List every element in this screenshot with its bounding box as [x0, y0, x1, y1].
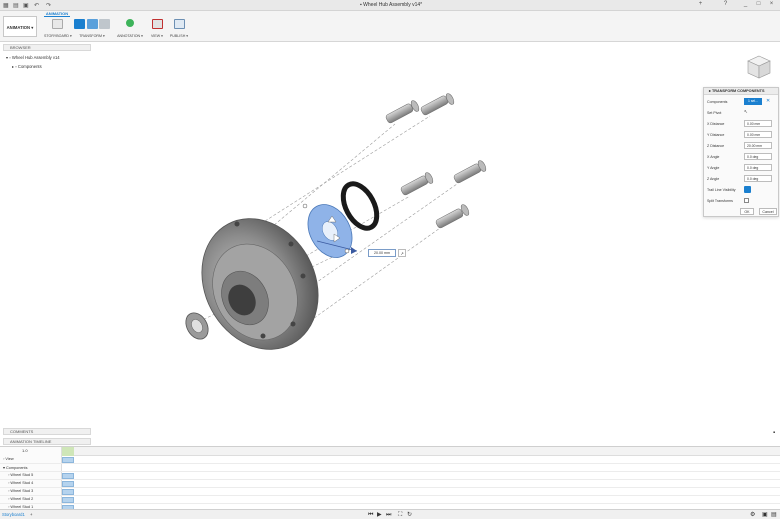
save-icon[interactable]: ▣ [23, 2, 29, 9]
maximize-button[interactable]: □ [754, 1, 763, 9]
z-angle-row: Z Angle 0.0 deg [706, 175, 778, 183]
storyboard-tab[interactable]: Storyboard1 [2, 511, 25, 519]
split-transforms-checkbox[interactable] [744, 198, 749, 203]
y-distance-field[interactable]: 0.00 mm [744, 131, 772, 138]
x-distance-field[interactable]: 0.00 mm [744, 120, 772, 127]
x-angle-field[interactable]: 0.0 deg [744, 153, 772, 160]
z-distance-row: Z Distance 20.00 mm [706, 142, 778, 150]
redo-icon[interactable]: ↷ [46, 2, 51, 9]
viewcube[interactable] [746, 52, 772, 80]
timeline-row-wheel-stud-2[interactable]: ▫ Wheel Stud 2 [0, 496, 780, 504]
comments-panel-header[interactable]: COMMENTS [3, 428, 91, 435]
browser-root-item[interactable]: ▾ ▫ Wheel Hub Assembly v14 [6, 55, 60, 60]
wheel-stud-5[interactable] [435, 203, 470, 229]
nut-part[interactable] [181, 309, 212, 343]
timeline-row-components[interactable]: ▾ Components [0, 464, 780, 472]
stud-5-track-block[interactable] [62, 473, 74, 479]
annotation-icon [126, 19, 134, 27]
stud-3-track-block[interactable] [62, 489, 74, 495]
document-title: ▪ Wheel Hub Assembly v14* [360, 2, 423, 8]
components-selection[interactable]: 1 sel... [744, 98, 762, 105]
storyboard-tool[interactable]: STORYBOARD ▾ [44, 19, 72, 40]
storyboard-icon [51, 19, 63, 29]
timeline-row-wheel-stud-4[interactable]: ▫ Wheel Stud 4 [0, 480, 780, 488]
ok-button[interactable]: OK [740, 208, 754, 215]
minimize-button[interactable]: _ [741, 1, 750, 9]
transform-tool[interactable]: TRANSFORM ▾ [72, 19, 112, 40]
y-angle-field[interactable]: 0.0 deg [744, 164, 772, 171]
settings-icon[interactable]: ⚙ [750, 511, 755, 519]
view-track-block[interactable] [62, 457, 74, 463]
cancel-button[interactable]: Cancel [759, 208, 777, 215]
timeline-row-wheel-stud-5[interactable]: ▫ Wheel Stud 5 [0, 472, 780, 480]
annotation-tool[interactable]: ANNOTATION ▾ [116, 19, 144, 40]
skip-forward-icon[interactable]: ⏭ [386, 511, 391, 519]
browser-panel-header[interactable]: BROWSER [3, 44, 91, 51]
view-icon [151, 19, 163, 29]
fullscreen-icon[interactable]: ⛶ [398, 511, 402, 519]
timeline-row-wheel-stud-3[interactable]: ▫ Wheel Stud 3 [0, 488, 780, 496]
pivot-icon[interactable]: ↖ [744, 109, 748, 115]
transform-icon [74, 19, 86, 29]
publish-tool[interactable]: PUBLISH ▾ [168, 19, 190, 40]
transform-all-icon [86, 19, 98, 29]
loop-icon[interactable]: ↻ [407, 511, 412, 519]
restore-icon [98, 19, 110, 29]
x-distance-row: X Distance 0.00 mm [706, 120, 778, 128]
publish-small-icon[interactable]: ▤ [771, 511, 777, 519]
close-button[interactable]: × [767, 1, 776, 9]
add-storyboard-button[interactable]: + [30, 511, 32, 519]
clear-selection-icon[interactable]: ✕ [766, 98, 770, 104]
wheel-stud-1[interactable] [385, 99, 420, 124]
duration-value[interactable]: 1.0 [22, 448, 28, 453]
camera-icon[interactable]: ▣ [762, 511, 768, 519]
y-distance-row: Y Distance 0.00 mm [706, 131, 778, 139]
comment-icon[interactable]: ▪ [773, 430, 775, 436]
playhead-range[interactable] [62, 447, 74, 456]
split-transforms-row: Split Transforms [706, 197, 778, 205]
skip-back-icon[interactable]: ⏮ [368, 511, 373, 519]
play-icon[interactable]: ▶ [377, 511, 382, 519]
trail-line-toggle[interactable] [744, 186, 751, 193]
timeline-panel-header[interactable]: ANIMATION TIMELINE [3, 438, 91, 445]
title-bar: ▦ ▤ ▣ ↶ ↷ ▪ Wheel Hub Assembly v14* + ? … [0, 0, 780, 11]
x-angle-row: X Angle 0.0 deg [706, 153, 778, 161]
new-tab-button[interactable]: + [696, 1, 705, 9]
y-angle-row: Y Angle 0.0 deg [706, 164, 778, 172]
wheel-stud-2[interactable] [420, 92, 455, 116]
stud-2-track-block[interactable] [62, 497, 74, 503]
ribbon-toolbar: ANIMATION ▾ ANIMATION STORYBOARD ▾ TRANS… [0, 11, 780, 42]
measure-icon[interactable]: ↗ [398, 249, 406, 257]
stud-4-track-block[interactable] [62, 481, 74, 487]
undo-icon[interactable]: ↶ [34, 2, 39, 9]
file-icon[interactable]: ▤ [13, 2, 19, 9]
components-row: Components 1 sel... ✕ [707, 98, 771, 105]
distance-input[interactable]: 20.00 mm [368, 249, 396, 257]
browser-components-item[interactable]: ▸ ▫ Components [12, 64, 42, 69]
panel-header: ▸ TRANSFORM COMPONENTS [704, 88, 778, 95]
wheel-stud-3[interactable] [400, 171, 434, 196]
help-button[interactable]: ? [721, 1, 730, 9]
timeline-row-view[interactable]: ▫ View [0, 456, 780, 464]
timeline-ruler[interactable] [62, 447, 780, 456]
animation-timeline: 1.0 ▫ View ▾ Components ▫ Wheel Stud 5 ▫… [0, 446, 780, 511]
view-tool[interactable]: VIEW ▾ [148, 19, 166, 40]
workspace-switcher[interactable]: ANIMATION ▾ [3, 16, 37, 37]
set-pivot-row: Set Pivot ↖ [707, 109, 748, 115]
viewport-3d[interactable] [95, 46, 695, 426]
transform-components-panel: ▸ TRANSFORM COMPONENTS Components 1 sel.… [703, 87, 779, 217]
publish-icon [173, 19, 185, 29]
z-distance-field[interactable]: 20.00 mm [744, 142, 772, 149]
wheel-stud-4[interactable] [453, 159, 487, 184]
tab-animation[interactable]: ANIMATION [44, 11, 70, 17]
app-menu-icon[interactable]: ▦ [3, 2, 9, 9]
trail-line-row: Trail Line Visibility [706, 186, 778, 194]
z-angle-field[interactable]: 0.0 deg [744, 175, 772, 182]
storyboard-bar: Storyboard1 + ⏮ ▶ ⏭ ⛶ ↻ ⚙ ▣ ▤ [0, 509, 780, 519]
